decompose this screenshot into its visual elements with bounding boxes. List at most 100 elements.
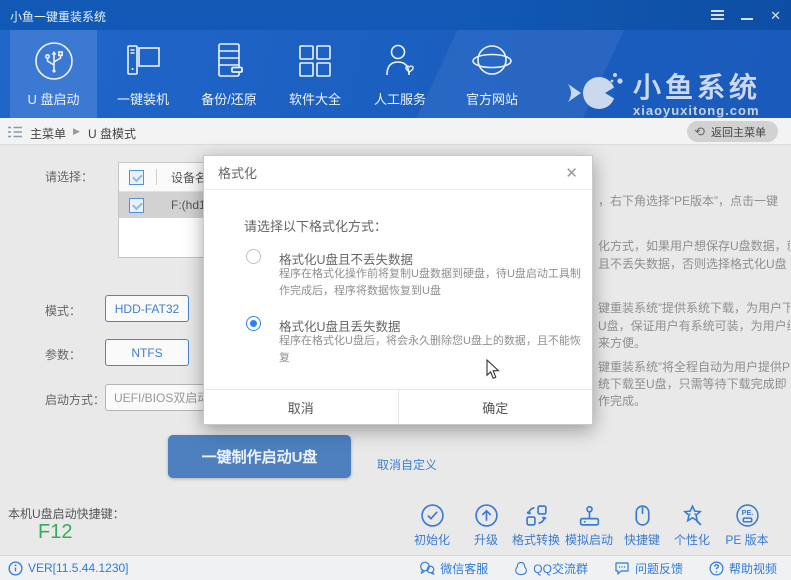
- usb-hotkey-label: 本机U盘启动快捷键：: [8, 505, 125, 522]
- breadcrumb-root[interactable]: 主菜单: [30, 125, 66, 142]
- status-links: 微信客服 QQ交流群 问题反馈: [419, 556, 777, 580]
- qq-penguin-icon: [514, 561, 528, 576]
- convert-icon: [524, 503, 549, 528]
- mouse-icon: [630, 503, 655, 528]
- window-controls: ✕: [711, 0, 781, 30]
- format-prompt: 请选择以下格式化方式：: [244, 216, 387, 235]
- help-text-line: 统下载至U盘，只需等待下载完成即: [598, 375, 790, 392]
- fish-logo-icon: [565, 66, 625, 125]
- radio-keep-data-desc: 程序在格式化操作前将复制U盘数据到硬盘，待U盘启动工具制作完成后，程序将数据恢复…: [279, 266, 581, 300]
- nav-label: 一键装机: [117, 89, 169, 108]
- joystick-icon: [577, 503, 602, 528]
- nav-label: 人工服务: [374, 89, 426, 108]
- nav-software-collection[interactable]: 软件大全: [272, 30, 358, 118]
- menu-icon[interactable]: [711, 8, 724, 22]
- minimize-icon[interactable]: [741, 18, 753, 20]
- help-text-line: 作完成。: [598, 392, 790, 409]
- back-button-label: 返回主菜单: [711, 124, 766, 140]
- help-text-line: 化方式，如果用户想保存U盘数据，就: [598, 237, 790, 254]
- help-text-line: ，右下角选择“PE版本”，点击一键: [598, 192, 790, 209]
- device-name-column-header: 设备名: [171, 169, 207, 186]
- question-circle-icon: [709, 561, 724, 576]
- format-dialog-footer: 取消 确定: [204, 389, 592, 424]
- usb-icon: [33, 40, 75, 82]
- mode-value-button[interactable]: HDD-FAT32: [105, 295, 189, 322]
- breadcrumb-bar: 主菜单 ▶ U 盘模式 ⟲ 返回主菜单: [0, 118, 791, 145]
- confirm-button[interactable]: 确定: [399, 390, 593, 424]
- tool-label: PE 版本: [725, 531, 768, 548]
- nav-bar: U 盘启动 一键装机 备份/还原: [0, 30, 791, 118]
- app-window: 小鱼一键重装系统 ✕ U 盘启动: [0, 0, 791, 580]
- status-link-label: QQ交流群: [533, 560, 588, 577]
- radio-keep-data[interactable]: [246, 249, 261, 264]
- tool-label: 格式转换: [512, 531, 560, 548]
- computer-icon: [122, 40, 164, 82]
- help-text-line: 且不丢失数据，否则选择格式化U盘: [598, 255, 790, 272]
- support-person-icon: [379, 40, 421, 82]
- feedback-link[interactable]: 问题反馈: [614, 560, 683, 577]
- brand-logo: 小鱼系统 xiaoyuxitong.com: [565, 66, 761, 125]
- magic-star-icon: [680, 503, 705, 528]
- help-text-line: U盘，保证用户有系统可装，为用户维: [598, 317, 790, 334]
- up-arrow-circle-icon: [474, 503, 499, 528]
- tool-label: 个性化: [674, 531, 710, 548]
- select-device-label: 请选择：: [45, 168, 93, 185]
- cancel-button[interactable]: 取消: [204, 390, 399, 424]
- make-boot-usb-button[interactable]: 一键制作启动U盘: [168, 435, 351, 478]
- help-text-line: 键重装系统”提供系统下载，为用户下: [598, 299, 790, 316]
- svg-text:PE.: PE.: [741, 508, 753, 517]
- select-all-checkbox[interactable]: [129, 170, 144, 185]
- back-to-main-menu-button[interactable]: ⟲ 返回主菜单: [687, 121, 778, 142]
- status-link-label: 帮助视频: [729, 560, 777, 577]
- app-title: 小鱼一键重装系统: [10, 8, 106, 25]
- wechat-icon: [419, 561, 435, 575]
- qq-group-link[interactable]: QQ交流群: [514, 560, 588, 577]
- nav-label: U 盘启动: [27, 89, 79, 108]
- nav-usb-boot[interactable]: U 盘启动: [10, 30, 97, 118]
- chat-bubble-icon: [614, 561, 630, 575]
- back-arrow-icon: ⟲: [694, 125, 705, 138]
- radio-lose-data-desc: 程序在格式化U盘后，将会永久删除您U盘上的数据，且不能恢复: [279, 333, 581, 367]
- version-text: VER[11.5.44.1230]: [28, 561, 129, 575]
- dialog-close-icon[interactable]: ✕: [565, 164, 578, 182]
- logo-name: 小鱼系统: [633, 73, 761, 104]
- format-dialog-title: 格式化: [218, 163, 257, 182]
- mouse-cursor: [486, 359, 501, 385]
- nav-official-website[interactable]: 官方网站: [446, 30, 538, 118]
- tool-pe-version[interactable]: PE. PE 版本: [716, 503, 778, 548]
- nav-one-click-install[interactable]: 一键装机: [100, 30, 186, 118]
- help-text-line: 来方便。: [598, 334, 790, 351]
- info-icon: [8, 561, 23, 576]
- close-icon[interactable]: ✕: [770, 9, 781, 22]
- version-info: VER[11.5.44.1230]: [8, 556, 129, 580]
- status-bar: VER[11.5.44.1230] 微信客服 QQ交流群: [0, 555, 791, 580]
- tool-label: 快捷键: [624, 531, 660, 548]
- nav-label: 备份/还原: [201, 89, 257, 108]
- device-checkbox[interactable]: [129, 198, 144, 213]
- apps-grid-icon: [294, 40, 336, 82]
- status-link-label: 微信客服: [440, 560, 488, 577]
- tool-initialize[interactable]: 初始化: [401, 503, 463, 548]
- globe-icon: [471, 40, 513, 82]
- help-video-link[interactable]: 帮助视频: [709, 560, 777, 577]
- nav-human-service[interactable]: 人工服务: [358, 30, 442, 118]
- nav-backup-restore[interactable]: 备份/还原: [188, 30, 270, 118]
- list-icon: [8, 125, 22, 143]
- check-circle-icon: [420, 503, 445, 528]
- pe-badge-icon: PE.: [735, 503, 760, 528]
- format-dialog-header: 格式化 ✕: [204, 156, 592, 190]
- status-link-label: 问题反馈: [635, 560, 683, 577]
- backup-icon: [208, 40, 250, 82]
- tool-label: 初始化: [414, 531, 450, 548]
- wechat-service-link[interactable]: 微信客服: [419, 560, 488, 577]
- logo-domain: xiaoyuxitong.com: [633, 103, 761, 118]
- breadcrumb-current: U 盘模式: [88, 125, 136, 142]
- help-text-line: 键重装系统”将全程自动为用户提供PE: [598, 358, 790, 375]
- tool-personalize[interactable]: 个性化: [661, 503, 723, 548]
- param-label: 参数：: [45, 346, 81, 363]
- param-value-button[interactable]: NTFS: [105, 339, 189, 366]
- cancel-custom-link[interactable]: 取消自定义: [377, 456, 437, 473]
- nav-label: 官方网站: [466, 89, 518, 108]
- boot-mode-label: 启动方式：: [45, 391, 105, 408]
- radio-lose-data[interactable]: [246, 316, 261, 331]
